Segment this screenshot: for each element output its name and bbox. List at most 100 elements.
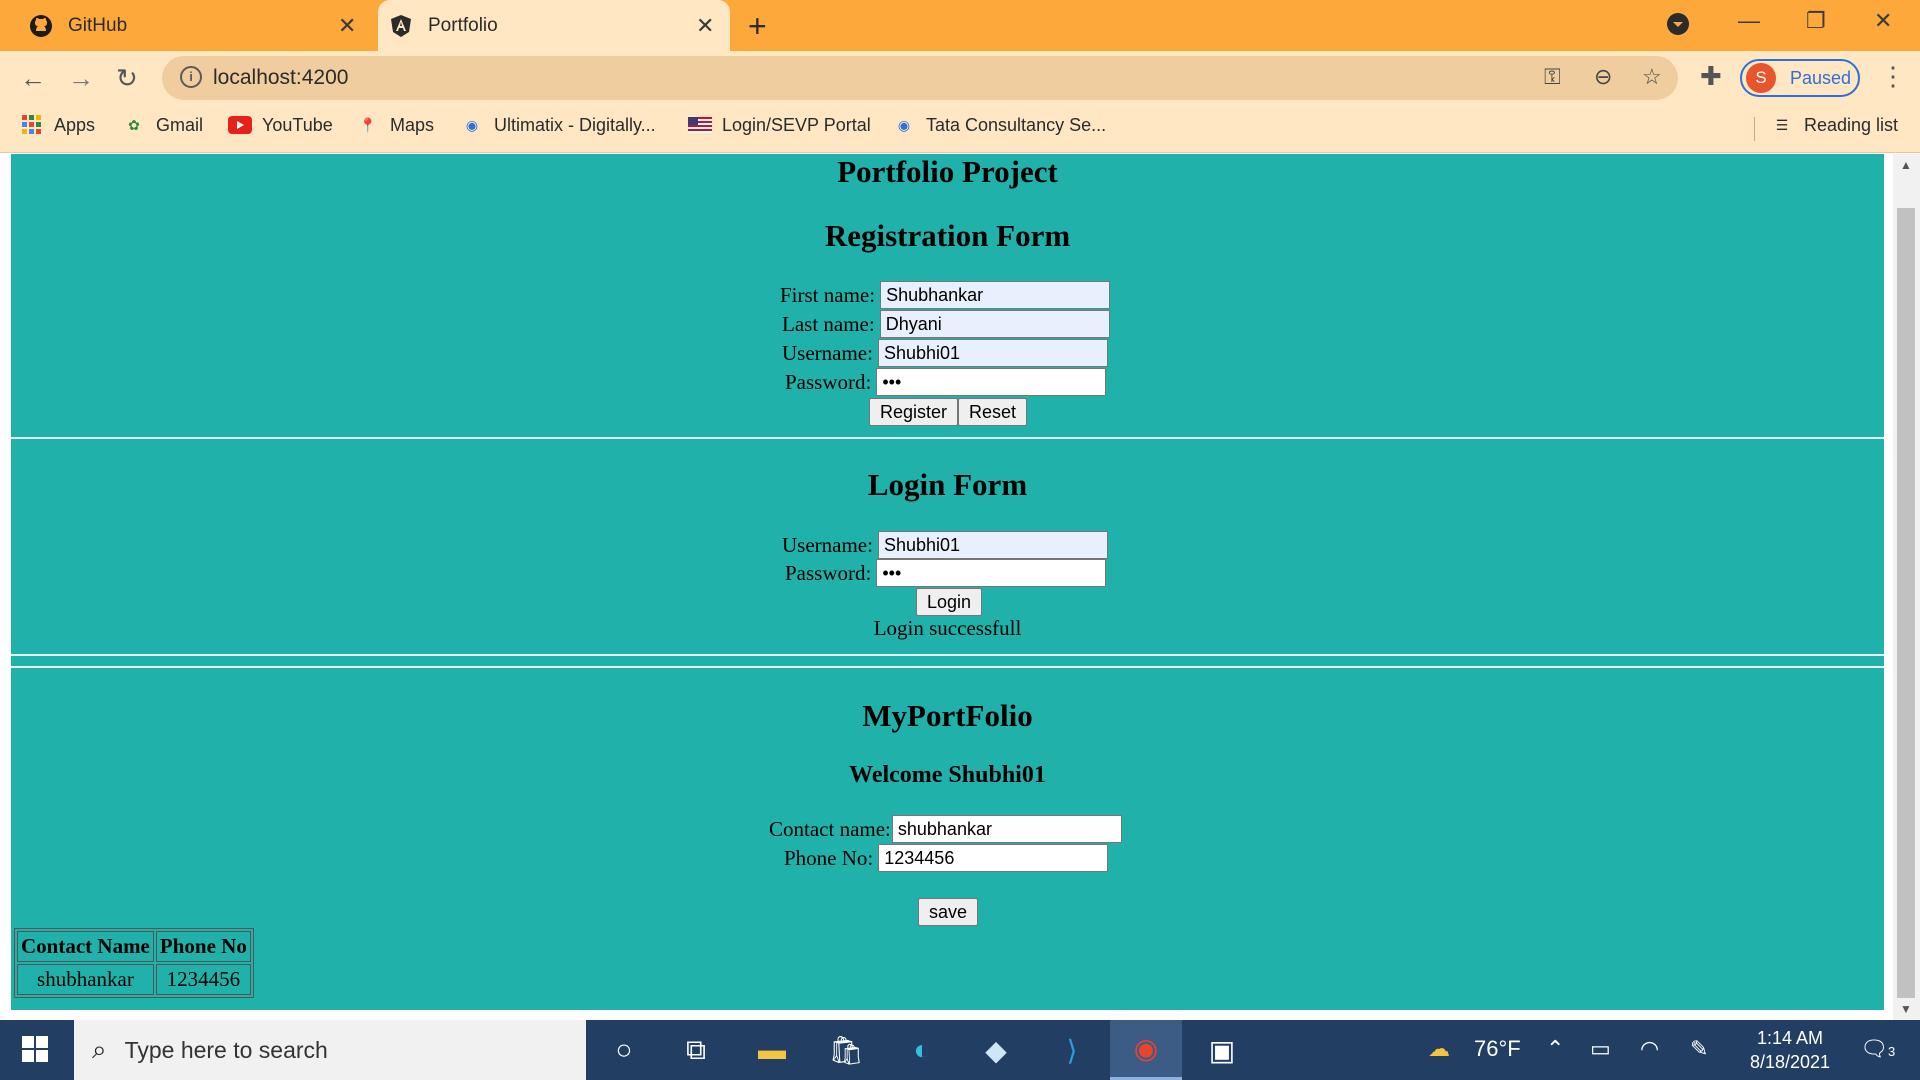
contact-name-label: Contact name: (769, 816, 891, 841)
first-name-field[interactable] (880, 281, 1111, 309)
phone-label: Phone No: (784, 845, 874, 870)
menu-icon[interactable]: ⋮ (1880, 61, 1906, 92)
bookmark-label: Gmail (156, 114, 204, 135)
scroll-down-icon[interactable]: ▼ (1900, 1002, 1912, 1016)
vscode-icon[interactable]: ⟩ (1036, 1020, 1108, 1080)
task-view-icon[interactable]: ⧉ (660, 1020, 732, 1080)
tab-github[interactable]: GitHub ✕ (0, 0, 370, 51)
address-bar[interactable]: i localhost:4200 ⚿ ⊖ ☆ (162, 56, 1678, 100)
clock-date: 8/18/2021 (1749, 1052, 1831, 1072)
forward-icon[interactable]: → (68, 63, 94, 94)
first-name-row: First name: (780, 281, 1111, 309)
username-label: Username: (782, 532, 873, 557)
reading-list-icon: ☰ (1775, 116, 1789, 133)
maps-icon: 📍 (359, 116, 377, 133)
browser-viewport: Portfolio Project Registration Form Firs… (0, 154, 1920, 1020)
cortana-icon[interactable]: ○ (588, 1020, 660, 1080)
bookmark-divider (1754, 117, 1755, 141)
microsoft-store-icon[interactable]: 🛍 (810, 1020, 882, 1080)
windows-start-icon[interactable] (22, 1036, 48, 1062)
register-username-field[interactable] (877, 339, 1108, 367)
edge-icon[interactable]: ◐ (886, 1020, 958, 1080)
zoom-icon[interactable]: ⊖ (1594, 64, 1612, 90)
tab-search-icon[interactable] (1666, 12, 1690, 42)
pen-icon[interactable]: ✎ (1690, 1036, 1708, 1062)
password-label: Password: (785, 369, 872, 394)
us-flag-icon (688, 114, 712, 136)
bookmarks-bar: Apps ✿ Gmail YouTube 📍 Maps ◉ Ultimatix … (0, 105, 1920, 153)
username-label: Username: (782, 340, 873, 365)
windows-taskbar: ⌕ Type here to search ○ ⧉ ▬ 🛍 ◐ ◆ ⟩ ◉ ▣ … (0, 1020, 1920, 1080)
table-cell: shubhankar (17, 964, 154, 995)
login-username-row: Username: (782, 531, 1108, 559)
browser-toolbar: ← → ↻ i localhost:4200 ⚿ ⊖ ☆ ✚ S Paused … (0, 51, 1920, 105)
tab-portfolio[interactable]: Portfolio ✕ (378, 0, 730, 51)
bookmark-sevp[interactable]: Login/SEVP Portal (688, 114, 871, 136)
taskbar-search-box[interactable]: ⌕ Type here to search (74, 1020, 586, 1080)
page-scrollbar[interactable]: ▲ ▼ (1893, 154, 1920, 1020)
login-button[interactable]: Login (916, 588, 983, 616)
bookmark-apps[interactable]: Apps (20, 114, 95, 136)
github-icon (28, 13, 54, 39)
login-password-field[interactable] (876, 559, 1107, 587)
register-button[interactable]: Register (869, 398, 959, 426)
terminal-icon[interactable]: ▣ (1186, 1020, 1258, 1080)
battery-icon[interactable]: ▭ (1590, 1036, 1611, 1062)
register-password-field[interactable] (876, 368, 1107, 396)
show-hidden-icons-icon[interactable]: ⌃ (1546, 1036, 1564, 1062)
phone-row: Phone No: (784, 844, 1109, 872)
reset-button[interactable]: Reset (958, 398, 1028, 426)
taskbar-search-placeholder: Type here to search (124, 1036, 328, 1063)
bookmark-maps[interactable]: 📍 Maps (356, 114, 434, 136)
apps-grid-icon (20, 114, 44, 136)
tab-strip: GitHub ✕ Portfolio ✕ + — ❐ ✕ (0, 0, 1920, 51)
minimize-icon[interactable]: — (1738, 8, 1760, 34)
registration-heading: Registration Form (824, 218, 1071, 253)
bookmark-label: YouTube (262, 114, 333, 135)
file-explorer-icon[interactable]: ▬ (736, 1020, 808, 1080)
extensions-icon[interactable]: ✚ (1700, 61, 1722, 92)
angular-icon (388, 13, 414, 39)
portfolio-page: Portfolio Project Registration Form Firs… (11, 154, 1884, 1010)
chrome-icon[interactable]: ◉ (1110, 1020, 1182, 1080)
reading-list-button[interactable]: ☰ Reading list (1770, 114, 1898, 136)
new-tab-icon[interactable]: + (748, 8, 767, 45)
bookmark-star-icon[interactable]: ☆ (1642, 64, 1662, 90)
close-icon[interactable]: ✕ (696, 13, 714, 39)
password-label: Password: (785, 560, 872, 585)
profile-button[interactable]: S Paused (1740, 59, 1860, 97)
back-icon[interactable]: ← (20, 63, 46, 94)
save-button[interactable]: save (918, 898, 979, 926)
taskbar-clock[interactable]: 1:14 AM 8/18/2021 (1730, 1026, 1850, 1074)
site-info-icon[interactable]: i (180, 66, 202, 88)
weather-icon[interactable]: ☁ (1428, 1036, 1450, 1062)
reload-icon[interactable]: ↻ (116, 63, 138, 94)
login-username-field[interactable] (877, 531, 1108, 559)
bookmark-tcs[interactable]: ◉ Tata Consultancy Se... (892, 114, 1106, 136)
last-name-field[interactable] (879, 310, 1110, 338)
bookmark-youtube[interactable]: YouTube (228, 114, 333, 136)
restore-icon[interactable]: ❐ (1806, 8, 1826, 34)
wifi-icon[interactable]: ◠ (1640, 1036, 1659, 1062)
profile-status: Paused (1790, 67, 1852, 88)
bookmark-ultimatix[interactable]: ◉ Ultimatix - Digitally... (460, 114, 656, 136)
key-icon[interactable]: ⚿ (1544, 64, 1561, 90)
close-icon[interactable]: ✕ (338, 13, 356, 39)
page-title: Portfolio Project (837, 154, 1058, 189)
window-close-icon[interactable]: ✕ (1874, 8, 1892, 34)
notepad-icon[interactable]: ◆ (960, 1020, 1032, 1080)
tab-label: Portfolio (428, 14, 498, 36)
bookmark-gmail[interactable]: ✿ Gmail (122, 114, 203, 136)
bookmark-label: Maps (390, 114, 435, 135)
tata-logo-icon: ◉ (897, 116, 911, 133)
login-password-row: Password: (785, 559, 1107, 587)
scroll-thumb[interactable] (1897, 208, 1915, 998)
contact-name-field[interactable] (891, 815, 1122, 843)
phone-field[interactable] (878, 844, 1109, 872)
scroll-up-icon[interactable]: ▲ (1900, 158, 1912, 172)
weather-temperature[interactable]: 76°F (1474, 1036, 1521, 1062)
portfolio-heading: MyPortFolio (862, 698, 1033, 733)
url-text[interactable]: localhost:4200 (213, 66, 348, 90)
notification-icon[interactable]: 🗨3 (1860, 1036, 1895, 1062)
login-heading: Login Form (867, 467, 1028, 502)
